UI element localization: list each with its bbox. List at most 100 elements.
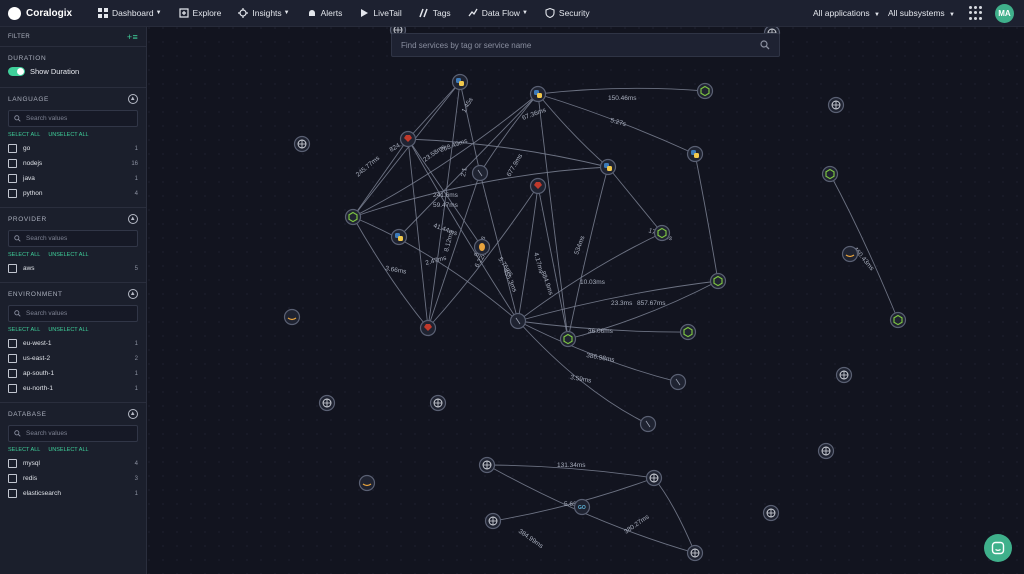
chevron-up-icon[interactable]: ▲ [128, 289, 138, 299]
client-node-icon[interactable] [509, 312, 527, 330]
nodejs-service-icon[interactable] [653, 224, 671, 242]
checkbox[interactable] [8, 189, 17, 198]
filter-option[interactable]: elasticsearch 1 [8, 486, 138, 501]
globe-icon[interactable] [817, 442, 835, 460]
database-service-icon[interactable] [473, 238, 491, 256]
select-all-link[interactable]: SELECT ALL [8, 327, 40, 333]
nav-explore[interactable]: Explore [178, 8, 221, 18]
chevron-up-icon[interactable]: ▲ [128, 214, 138, 224]
chevron-up-icon[interactable]: ▲ [128, 94, 138, 104]
checkbox[interactable] [8, 159, 17, 168]
client-node-icon[interactable] [669, 373, 687, 391]
python-service-icon[interactable] [451, 73, 469, 91]
checkbox[interactable] [8, 354, 17, 363]
unselect-all-link[interactable]: UNSELECT ALL [48, 252, 88, 258]
filter-search-input[interactable]: Search values [8, 425, 138, 442]
filter-option[interactable]: mysql 4 [8, 456, 138, 471]
filter-option[interactable]: redis 3 [8, 471, 138, 486]
nodejs-service-icon[interactable] [344, 208, 362, 226]
apps-grid-icon[interactable] [969, 6, 983, 20]
nav-alerts-label: Alerts [320, 8, 343, 18]
client-node-icon[interactable] [639, 415, 657, 433]
chat-button[interactable] [984, 534, 1012, 562]
applications-dropdown[interactable]: All applications ▼ [813, 8, 880, 18]
filter-section-database: DATABASE ▲ Search values SELECT ALL UNSELECT… [0, 402, 146, 507]
filter-search-input[interactable]: Search values [8, 230, 138, 247]
ruby-service-icon[interactable] [419, 319, 437, 337]
unselect-all-link[interactable]: UNSELECT ALL [48, 447, 88, 453]
subsystems-dropdown[interactable]: All subsystems ▼ [888, 8, 955, 18]
nav-tags[interactable]: Tags [419, 8, 451, 18]
service-search-input[interactable]: Find services by tag or service name [391, 33, 780, 57]
filter-option[interactable]: go 1 [8, 141, 138, 156]
chevron-up-icon[interactable]: ▲ [128, 409, 138, 419]
globe-icon[interactable] [293, 135, 311, 153]
filter-option[interactable]: us-east-2 2 [8, 351, 138, 366]
ruby-service-icon[interactable] [399, 130, 417, 148]
logo-icon [8, 6, 21, 20]
nodejs-service-icon[interactable] [679, 323, 697, 341]
nav-insights[interactable]: Insights ▼ [238, 8, 290, 18]
globe-icon[interactable] [484, 512, 502, 530]
nav-livetail-label: LiveTail [373, 8, 402, 18]
filter-option[interactable]: nodejs 16 [8, 156, 138, 171]
filter-option[interactable]: python 4 [8, 186, 138, 201]
python-service-icon[interactable] [686, 145, 704, 163]
nav-alerts[interactable]: Alerts [307, 8, 343, 18]
globe-icon[interactable] [827, 96, 845, 114]
add-filter-icon[interactable]: +≡ [127, 32, 138, 42]
select-all-link[interactable]: SELECT ALL [8, 252, 40, 258]
nav-security[interactable]: Security [545, 8, 590, 18]
nav-dashboard[interactable]: Dashboard ▼ [98, 8, 162, 18]
nav-data-flow[interactable]: Data Flow ▼ [468, 8, 528, 18]
client-node-icon[interactable] [471, 164, 489, 182]
globe-icon[interactable] [429, 394, 447, 412]
nodejs-service-icon[interactable] [696, 82, 714, 100]
show-duration-toggle[interactable] [8, 67, 25, 76]
globe-icon[interactable] [478, 456, 496, 474]
select-all-link[interactable]: SELECT ALL [8, 132, 40, 138]
python-service-icon[interactable] [390, 228, 408, 246]
python-service-icon[interactable] [529, 85, 547, 103]
checkbox[interactable] [8, 489, 17, 498]
filter-search-input[interactable]: Search values [8, 305, 138, 322]
aws-icon[interactable] [841, 245, 859, 263]
globe-icon[interactable] [835, 366, 853, 384]
filter-search-input[interactable]: Search values [8, 110, 138, 127]
globe-icon[interactable] [645, 469, 663, 487]
aws-icon[interactable] [358, 474, 376, 492]
nodejs-service-icon[interactable] [559, 330, 577, 348]
nav-livetail[interactable]: LiveTail [359, 8, 402, 18]
avatar[interactable]: MA [995, 3, 1014, 23]
filter-option[interactable]: ap-south-1 1 [8, 366, 138, 381]
select-all-link[interactable]: SELECT ALL [8, 447, 40, 453]
checkbox[interactable] [8, 384, 17, 393]
globe-icon[interactable] [762, 504, 780, 522]
globe-icon[interactable] [318, 394, 336, 412]
service-map-canvas[interactable]: 150.46ms1.45s67.36ms5.27s824.1ms 288.49ms… [148, 27, 1024, 574]
nodejs-service-icon[interactable] [821, 165, 839, 183]
nodejs-service-icon[interactable] [709, 272, 727, 290]
checkbox[interactable] [8, 339, 17, 348]
aws-icon[interactable] [283, 308, 301, 326]
checkbox[interactable] [8, 144, 17, 153]
filter-option[interactable]: aws 5 [8, 261, 138, 276]
coralogix-logo[interactable]: Coralogix [8, 6, 88, 20]
unselect-all-link[interactable]: UNSELECT ALL [48, 327, 88, 333]
filter-option[interactable]: java 1 [8, 171, 138, 186]
unselect-all-link[interactable]: UNSELECT ALL [48, 132, 88, 138]
checkbox[interactable] [8, 459, 17, 468]
checkbox[interactable] [8, 264, 17, 273]
checkbox[interactable] [8, 369, 17, 378]
filter-option[interactable]: eu-north-1 1 [8, 381, 138, 396]
go-service-icon[interactable]: GO [573, 498, 591, 516]
nodejs-service-icon[interactable] [889, 311, 907, 329]
python-service-icon[interactable] [599, 158, 617, 176]
chevron-down-icon: ▼ [155, 10, 162, 16]
globe-icon[interactable] [686, 544, 704, 562]
filter-option[interactable]: eu-west-1 1 [8, 336, 138, 351]
filter-section-language: LANGUAGE ▲ Search values SELECT ALL UNSELECT… [0, 87, 146, 207]
checkbox[interactable] [8, 174, 17, 183]
checkbox[interactable] [8, 474, 17, 483]
ruby-service-icon[interactable] [529, 177, 547, 195]
